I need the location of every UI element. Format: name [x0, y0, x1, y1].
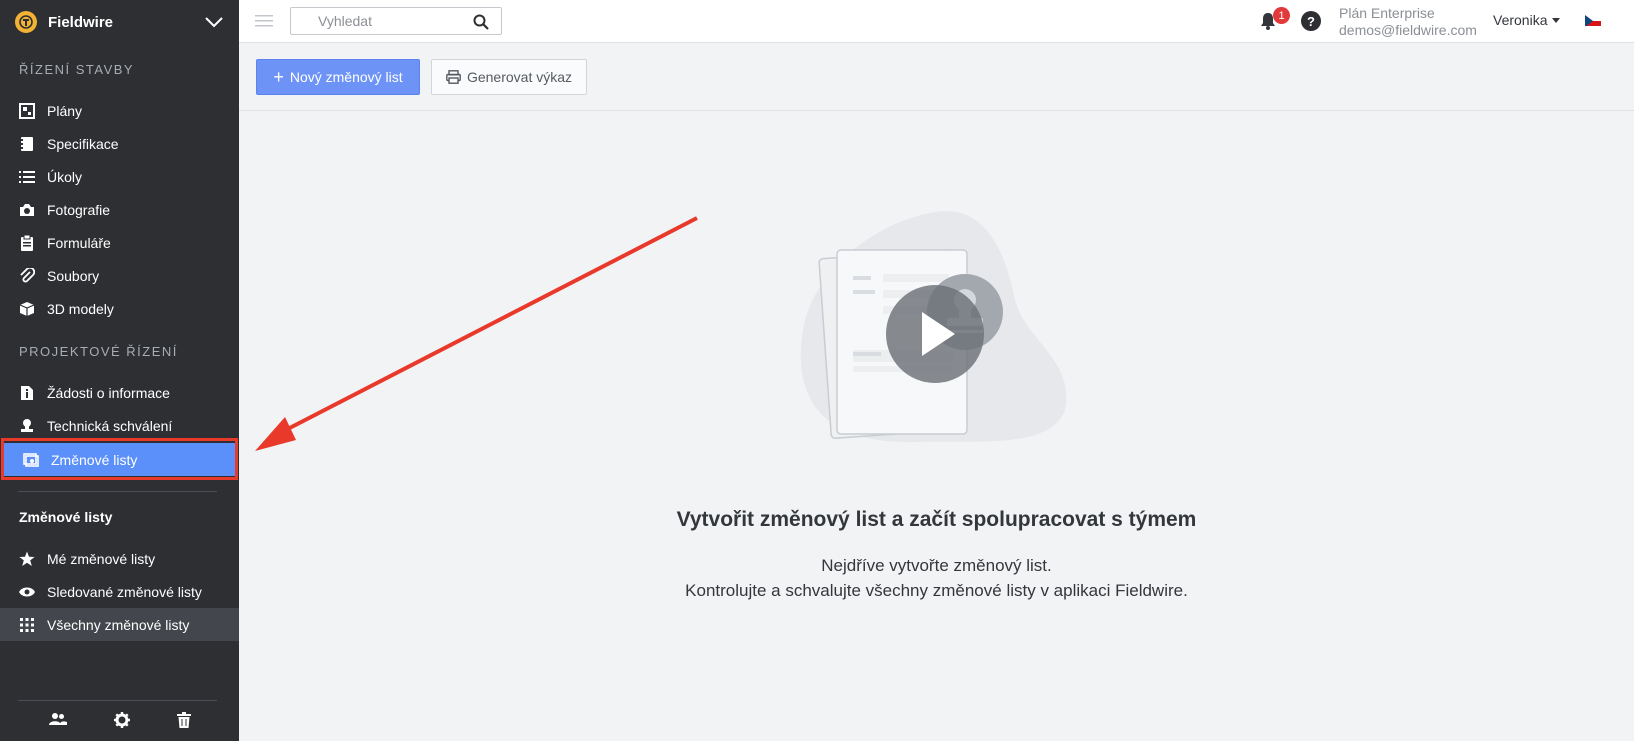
sidebar-item-label: Specifikace	[47, 135, 119, 152]
plan-email: demos@fieldwire.com	[1339, 22, 1477, 38]
divider	[18, 491, 217, 492]
sidebar-item-all-change-orders[interactable]: Všechny změnové listy	[0, 608, 239, 641]
clipboard-icon	[18, 234, 36, 252]
sidebar-item-photos[interactable]: Fotografie	[0, 193, 239, 226]
empty-state-line-2: Kontrolujte a schvalujte všechny změnové…	[685, 581, 1188, 600]
grid-icon	[18, 616, 36, 634]
sidebar-item-label: Úkoly	[47, 168, 83, 185]
sidebar: Fieldwire ŘÍZENÍ STAVBY Plány Specifikac…	[0, 0, 239, 741]
search-placeholder: Vyhledat	[318, 13, 372, 29]
fieldwire-logo-icon	[15, 11, 37, 33]
sidebar-item-label: Mé změnové listy	[47, 550, 156, 567]
sidebar-item-label: Formuláře	[47, 234, 111, 251]
chevron-down-icon[interactable]	[204, 12, 224, 32]
empty-state-title: Vytvořit změnový list a začít spolupraco…	[676, 508, 1197, 531]
camera-icon	[18, 201, 36, 219]
user-menu[interactable]: Veronika	[1493, 12, 1561, 28]
plans-icon	[18, 102, 36, 120]
people-icon[interactable]	[48, 712, 67, 733]
plan-name: Plán Enterprise	[1339, 5, 1435, 21]
empty-state-line-1: Nejdříve vytvořte změnový list.	[821, 556, 1052, 575]
tasks-icon	[18, 168, 36, 186]
sidebar-item-label: Všechny změnové listy	[47, 616, 190, 633]
notification-badge: 1	[1273, 7, 1290, 24]
sidebar-item-tasks[interactable]: Úkoly	[0, 160, 239, 193]
brand-name: Fieldwire	[48, 13, 114, 31]
help-icon[interactable]: ?	[1301, 11, 1321, 31]
printer-icon	[446, 70, 461, 84]
eye-icon	[18, 583, 36, 601]
search-input[interactable]: Vyhledat	[290, 7, 502, 35]
submenu-heading: Změnové listy	[19, 509, 113, 525]
paperclip-icon	[18, 267, 36, 285]
sidebar-item-label: Sledované změnové listy	[47, 583, 202, 600]
new-change-order-button[interactable]: + Nový změnový list	[256, 59, 420, 95]
trash-icon[interactable]	[176, 712, 191, 733]
sidebar-item-label: Soubory	[47, 267, 100, 284]
sidebar-item-label: Žádosti o informace	[47, 384, 170, 401]
user-name: Veronika	[1493, 12, 1548, 28]
search-icon[interactable]	[473, 14, 489, 33]
stamp-icon	[18, 417, 36, 435]
gear-icon[interactable]	[113, 712, 130, 733]
sidebar-item-label: Fotografie	[47, 201, 111, 218]
divider	[18, 700, 217, 701]
plan-info: Plán Enterprise demos@fieldwire.com	[1339, 5, 1477, 39]
generate-report-label: Generovat výkaz	[466, 69, 573, 85]
section-heading-construction: ŘÍZENÍ STAVBY	[19, 62, 135, 77]
sidebar-item-my-change-orders[interactable]: Mé změnové listy	[0, 542, 239, 575]
sidebar-item-forms[interactable]: Formuláře	[0, 226, 239, 259]
sidebar-item-watched-change-orders[interactable]: Sledované změnové listy	[0, 575, 239, 608]
menu-icon[interactable]	[255, 13, 273, 29]
new-change-order-label: Nový změnový list	[289, 69, 403, 85]
generate-report-button[interactable]: Generovat výkaz	[431, 59, 587, 95]
sidebar-item-specs[interactable]: Specifikace	[0, 127, 239, 160]
sidebar-item-files[interactable]: Soubory	[0, 259, 239, 292]
empty-state-illustration	[795, 210, 1075, 460]
sidebar-item-label: Plány	[47, 102, 83, 119]
sidebar-item-rfi[interactable]: Žádosti o informace	[0, 376, 239, 409]
toolbar: + Nový změnový list Generovat výkaz	[239, 43, 1634, 111]
sidebar-item-label: Technická schválení	[47, 417, 173, 434]
info-doc-icon	[18, 384, 36, 402]
section-heading-project: PROJEKTOVÉ ŘÍZENÍ	[19, 344, 178, 359]
plus-icon: +	[273, 67, 284, 87]
project-switcher[interactable]: Fieldwire	[0, 0, 239, 44]
sidebar-item-plans[interactable]: Plány	[0, 94, 239, 127]
specs-icon	[18, 135, 36, 153]
highlight-outline	[1, 438, 238, 480]
cube-icon	[18, 300, 36, 318]
top-bar: Vyhledat 1 ? Plán Enterprise demos@field…	[239, 0, 1634, 43]
sidebar-item-3d-models[interactable]: 3D modely	[0, 292, 239, 325]
sidebar-item-label: 3D modely	[47, 300, 114, 317]
sidebar-footer	[0, 712, 239, 733]
caret-down-icon	[1552, 17, 1561, 23]
star-icon	[18, 550, 36, 568]
annotation-arrow	[255, 216, 698, 451]
czech-flag-icon[interactable]	[1585, 14, 1601, 26]
